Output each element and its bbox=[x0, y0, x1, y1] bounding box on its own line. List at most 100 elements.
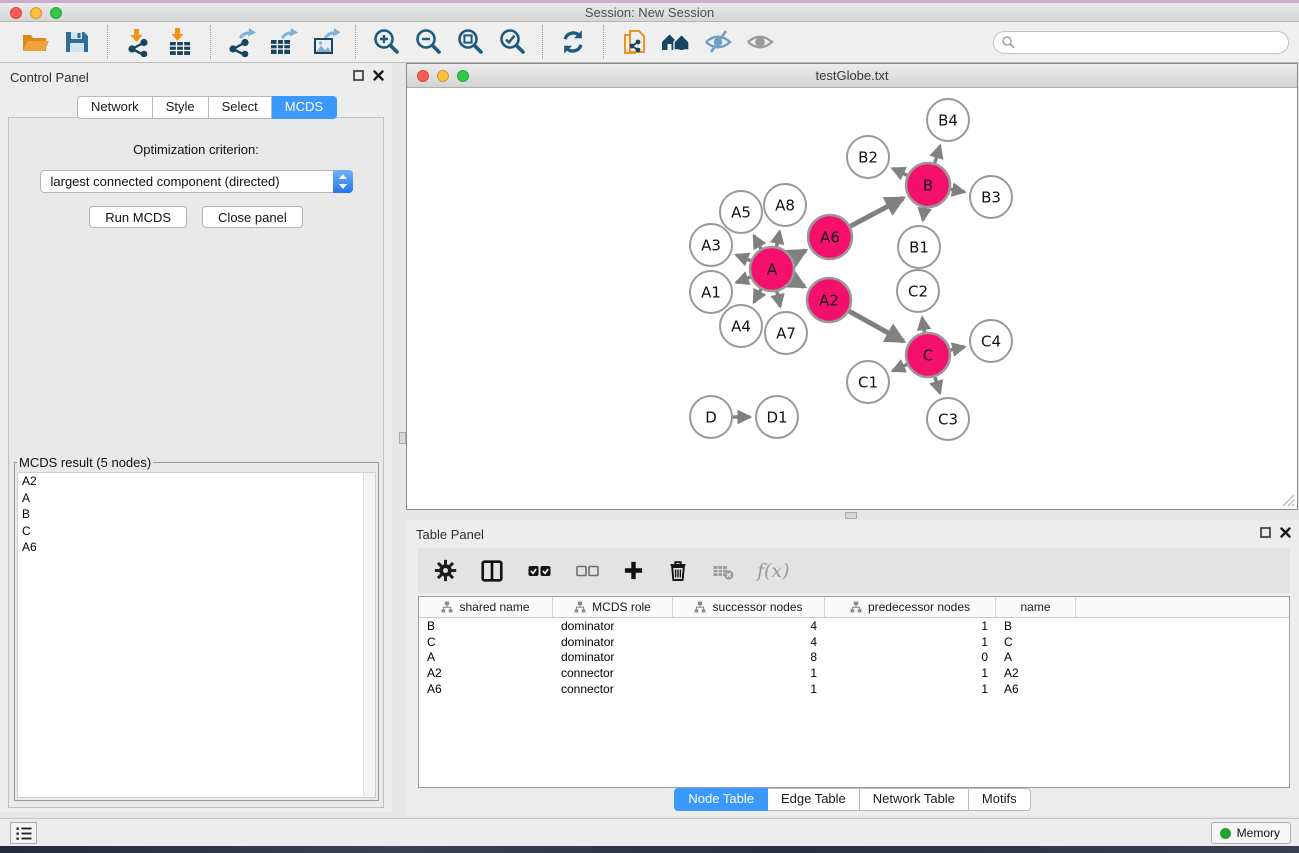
mcds-result-item[interactable]: C bbox=[18, 523, 375, 540]
open-file-button[interactable] bbox=[17, 25, 53, 59]
table-cell[interactable]: dominator bbox=[553, 619, 673, 633]
graph-node-A1[interactable]: A1 bbox=[690, 271, 732, 313]
table-cell[interactable]: C bbox=[419, 635, 553, 649]
table-cell[interactable]: 4 bbox=[673, 619, 825, 633]
graph-node-A5[interactable]: A5 bbox=[720, 191, 762, 233]
tab-mcds[interactable]: MCDS bbox=[272, 96, 337, 119]
table-cell[interactable]: A2 bbox=[996, 666, 1076, 680]
table-settings-button[interactable] bbox=[434, 559, 457, 582]
edge-C-C4[interactable] bbox=[950, 347, 964, 350]
table-cell[interactable]: A bbox=[996, 650, 1076, 664]
save-session-button[interactable] bbox=[59, 25, 95, 59]
edge-A-A5[interactable] bbox=[754, 236, 761, 249]
table-cell[interactable]: 1 bbox=[825, 635, 996, 649]
table-row[interactable]: A6connector11A6 bbox=[419, 681, 1289, 697]
search-field[interactable] bbox=[993, 31, 1289, 54]
export-image-button[interactable] bbox=[307, 25, 343, 59]
tab-select[interactable]: Select bbox=[209, 96, 272, 119]
graph-node-C1[interactable]: C1 bbox=[847, 361, 889, 403]
table-cell[interactable]: B bbox=[996, 619, 1076, 633]
edge-B-B3[interactable] bbox=[951, 189, 965, 192]
edge-B-B4[interactable] bbox=[935, 146, 940, 163]
column-header-shared-name[interactable]: shared name bbox=[419, 597, 553, 617]
show-home-button[interactable] bbox=[658, 25, 694, 59]
show-graphics-details-button[interactable] bbox=[742, 25, 778, 59]
task-history-button[interactable] bbox=[10, 822, 37, 844]
search-input[interactable] bbox=[1016, 33, 1288, 52]
tab-style[interactable]: Style bbox=[153, 96, 209, 119]
graph-node-C2[interactable]: C2 bbox=[897, 270, 939, 312]
table-row[interactable]: Bdominator41B bbox=[419, 618, 1289, 634]
mcds-result-item[interactable]: A2 bbox=[18, 473, 375, 490]
graph-node-A[interactable]: A bbox=[750, 247, 794, 291]
zoom-out-button[interactable] bbox=[410, 25, 446, 59]
graph-node-B1[interactable]: B1 bbox=[898, 226, 940, 268]
zoom-selected-button[interactable] bbox=[494, 25, 530, 59]
graph-node-B[interactable]: B bbox=[906, 163, 950, 207]
table-cell[interactable]: 0 bbox=[825, 650, 996, 664]
edge-A2-C[interactable] bbox=[849, 311, 903, 341]
table-row[interactable]: A2connector11A2 bbox=[419, 665, 1289, 681]
network-window-titlebar[interactable]: testGlobe.txt bbox=[407, 64, 1297, 88]
graph-node-A3[interactable]: A3 bbox=[690, 224, 732, 266]
table-cell[interactable]: 1 bbox=[673, 666, 825, 680]
result-list-scrollbar[interactable] bbox=[363, 473, 375, 797]
edge-A-A8[interactable] bbox=[777, 231, 780, 246]
close-panel-icon[interactable] bbox=[373, 70, 384, 81]
graph-node-A7[interactable]: A7 bbox=[765, 312, 807, 354]
edge-A-A4[interactable] bbox=[754, 289, 761, 302]
edge-A-A3[interactable] bbox=[736, 255, 750, 261]
edge-A6-B[interactable] bbox=[850, 198, 903, 226]
hide-graphics-details-button[interactable] bbox=[700, 25, 736, 59]
criterion-dropdown[interactable]: largest connected component (directed) bbox=[40, 170, 353, 193]
edge-B-B1[interactable] bbox=[923, 208, 925, 221]
table-cell[interactable]: connector bbox=[553, 666, 673, 680]
mcds-result-item[interactable]: A bbox=[18, 490, 375, 507]
delete-table-button[interactable] bbox=[712, 560, 734, 582]
edge-A-A6[interactable] bbox=[792, 251, 805, 258]
table-cell[interactable]: 4 bbox=[673, 635, 825, 649]
graph-node-C4[interactable]: C4 bbox=[970, 320, 1012, 362]
import-table-button[interactable] bbox=[162, 25, 198, 59]
mcds-result-item[interactable]: B bbox=[18, 506, 375, 523]
table-cell[interactable]: A6 bbox=[419, 682, 553, 696]
table-cell[interactable]: 1 bbox=[673, 682, 825, 696]
table-cell[interactable]: dominator bbox=[553, 635, 673, 649]
graph-node-C[interactable]: C bbox=[906, 333, 950, 377]
resize-grip-icon[interactable] bbox=[1280, 492, 1296, 508]
table-cell[interactable]: B bbox=[419, 619, 553, 633]
table-cell[interactable]: 1 bbox=[825, 619, 996, 633]
table-cell[interactable]: A2 bbox=[419, 666, 553, 680]
table-cell[interactable]: 8 bbox=[673, 650, 825, 664]
mcds-result-list[interactable]: A2ABCA6 bbox=[17, 472, 376, 798]
edge-C-C3[interactable] bbox=[935, 377, 940, 393]
float-panel-icon[interactable] bbox=[353, 70, 364, 81]
graph-node-C3[interactable]: C3 bbox=[927, 398, 969, 440]
node-table[interactable]: shared nameMCDS rolesuccessor nodesprede… bbox=[418, 596, 1290, 788]
column-header-successor-nodes[interactable]: successor nodes bbox=[673, 597, 825, 617]
tab-motifs[interactable]: Motifs bbox=[969, 788, 1031, 811]
graph-node-B2[interactable]: B2 bbox=[847, 136, 889, 178]
edge-A-A1[interactable] bbox=[736, 277, 750, 282]
table-cell[interactable]: C bbox=[996, 635, 1076, 649]
refresh-button[interactable] bbox=[555, 25, 591, 59]
memory-button[interactable]: Memory bbox=[1211, 822, 1291, 844]
mcds-result-item[interactable]: A6 bbox=[18, 539, 375, 556]
import-network-button[interactable] bbox=[120, 25, 156, 59]
graph-node-A2[interactable]: A2 bbox=[807, 278, 851, 322]
close-panel-button[interactable]: Close panel bbox=[202, 206, 303, 228]
delete-column-button[interactable] bbox=[667, 559, 689, 582]
table-cell[interactable]: 1 bbox=[825, 682, 996, 696]
edge-C-C2[interactable] bbox=[922, 318, 924, 333]
column-header-name[interactable]: name bbox=[996, 597, 1076, 617]
export-network-button[interactable] bbox=[223, 25, 259, 59]
table-cell[interactable]: connector bbox=[553, 682, 673, 696]
edge-A-A7[interactable] bbox=[777, 291, 780, 306]
tab-edge-table[interactable]: Edge Table bbox=[768, 788, 860, 811]
new-session-from-button[interactable] bbox=[616, 25, 652, 59]
graph-node-D1[interactable]: D1 bbox=[756, 396, 798, 438]
tab-network[interactable]: Network bbox=[77, 96, 153, 119]
tab-node-table[interactable]: Node Table bbox=[674, 788, 768, 811]
graph-node-A6[interactable]: A6 bbox=[808, 215, 852, 259]
add-column-button[interactable] bbox=[623, 560, 644, 581]
